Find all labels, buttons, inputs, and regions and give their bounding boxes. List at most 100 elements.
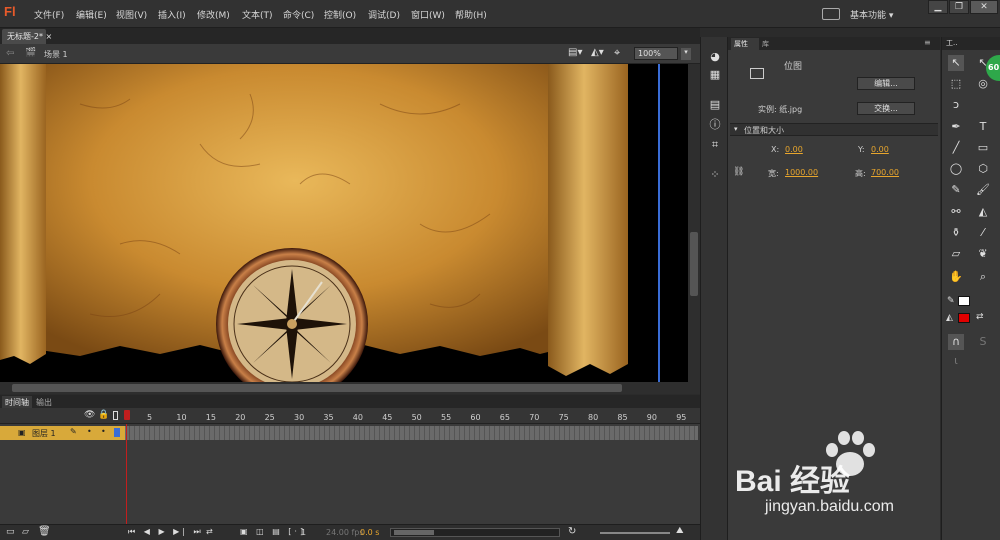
outline-icon[interactable] — [113, 411, 118, 420]
lock-icon[interactable]: 🔒 — [98, 410, 109, 420]
swap-colors-icon[interactable]: ⇄ — [976, 312, 984, 322]
zoom-select[interactable]: 100% — [634, 47, 678, 60]
link-icon[interactable]: ⛓ — [733, 167, 744, 177]
menu-item[interactable]: 编辑(E) — [76, 8, 107, 21]
menu-item[interactable]: 文本(T) — [242, 8, 273, 21]
components-icon[interactable]: ⁘ — [707, 167, 723, 183]
sync-icon[interactable] — [822, 8, 840, 20]
onion-skin-icons[interactable]: ▣ ◫ ▤ [·] — [240, 527, 306, 536]
restore-button[interactable]: ❐ — [949, 0, 969, 14]
y-value[interactable]: 0.00 — [871, 145, 889, 154]
menu-item[interactable]: 帮助(H) — [455, 8, 487, 21]
close-tab-icon[interactable]: × — [46, 32, 53, 41]
timeline-hscroll-thumb[interactable] — [394, 530, 434, 535]
playhead-handle[interactable] — [124, 410, 130, 420]
delete-layer-icon[interactable]: 🗑 — [38, 526, 51, 537]
ink-bottle-icon[interactable]: ⚱ — [948, 225, 964, 241]
smooth-icon[interactable]: S — [975, 334, 991, 350]
edit-button[interactable]: 编辑... — [857, 77, 915, 90]
color-panel-icon[interactable]: ◕ — [707, 49, 723, 65]
fill-color-swatch[interactable] — [958, 313, 970, 323]
brush-tool-icon[interactable]: 🖌 — [975, 182, 991, 198]
horizontal-scroll-thumb[interactable] — [12, 384, 622, 392]
lasso-tool-icon[interactable]: ↄ — [948, 97, 964, 113]
swap-button[interactable]: 交换... — [857, 102, 915, 115]
frame-rate[interactable]: 24.00 fps — [326, 528, 364, 537]
height-value[interactable]: 700.00 — [871, 168, 899, 177]
swatches-icon[interactable]: ▦ — [707, 67, 723, 83]
straighten-icon[interactable]: ɩ — [948, 353, 964, 369]
panel-menu-icon[interactable]: ≡ — [924, 38, 931, 47]
pen-tool-icon[interactable]: ✒ — [948, 119, 964, 135]
pencil-icon[interactable]: ✎ — [70, 427, 77, 436]
zoom-dropdown-icon[interactable]: ▾ — [681, 48, 691, 60]
x-value[interactable]: 0.00 — [785, 145, 803, 154]
info-icon[interactable]: ⓘ — [707, 117, 723, 133]
document-tab[interactable]: 无标题-2* × — [2, 29, 52, 44]
menu-item[interactable]: 插入(I) — [158, 8, 186, 21]
menu-item[interactable]: 调试(D) — [368, 8, 400, 21]
center-stage-icon[interactable]: ⌖ — [614, 46, 620, 60]
oval-tool-icon[interactable]: ◯ — [948, 161, 964, 177]
frame-size-icon[interactable]: ⛰ — [676, 526, 684, 536]
close-button[interactable]: ✕ — [970, 0, 998, 14]
text-tool-icon[interactable]: T — [975, 119, 991, 135]
tab-properties[interactable]: 属性 — [731, 38, 759, 50]
zoom-slider[interactable] — [600, 532, 670, 534]
visible-dot[interactable]: • — [87, 427, 92, 436]
bone-tool-icon[interactable]: ⚯ — [948, 204, 964, 220]
frames-strip[interactable] — [125, 426, 698, 440]
snap-magnet-icon[interactable]: ∩ — [948, 334, 964, 350]
tab-library[interactable]: 库 — [762, 39, 769, 49]
deco-tool-icon[interactable]: ❦ — [975, 246, 991, 262]
rectangle-tool-icon[interactable]: ▭ — [975, 140, 991, 156]
eraser-tool-icon[interactable]: ▱ — [948, 246, 964, 262]
menu-item[interactable]: 窗口(W) — [411, 8, 445, 21]
paint-bucket-icon[interactable]: ◭ — [975, 204, 991, 220]
tools-tab[interactable]: 工.. — [946, 38, 957, 48]
new-folder-icon[interactable]: ▱ — [22, 527, 29, 537]
stage[interactable] — [0, 64, 690, 382]
tab-output[interactable]: 输出 — [36, 397, 52, 408]
loop-icon[interactable]: ⇄ — [206, 527, 213, 536]
refresh-icon[interactable]: ↻ — [568, 526, 576, 537]
stroke-color-swatch[interactable] — [958, 296, 970, 306]
edit-scene-icon[interactable]: ▤▾ — [568, 47, 582, 58]
polystar-tool-icon[interactable]: ⬡ — [975, 161, 991, 177]
lock-dot[interactable]: • — [101, 427, 106, 436]
layer-row[interactable]: ▣ 图层 1 ✎ • • — [0, 426, 125, 440]
timeline-hscroll[interactable] — [390, 528, 560, 537]
3d-rotation-icon[interactable]: ◎ — [975, 76, 991, 92]
hand-tool-icon[interactable]: ✋ — [948, 269, 964, 285]
width-value[interactable]: 1000.00 — [785, 168, 818, 177]
back-arrow-icon[interactable]: ⇦ — [6, 48, 14, 59]
vertical-scroll-thumb[interactable] — [690, 232, 698, 296]
selection-tool-icon[interactable]: ↖ — [948, 55, 964, 71]
current-frame[interactable]: 1 — [301, 528, 306, 537]
playback-controls[interactable]: ⏮ ◀ ▶ ▶| ⏭ — [128, 527, 204, 537]
edit-symbol-icon[interactable]: ◭▾ — [591, 47, 604, 58]
position-size-section[interactable]: ▾ 位置和大小 — [730, 123, 938, 136]
workspace-switcher[interactable]: 基本功能 ▾ — [850, 5, 920, 23]
menu-item[interactable]: 文件(F) — [34, 8, 64, 21]
menu-item[interactable]: 命令(C) — [283, 8, 314, 21]
zoom-tool-icon[interactable]: ⌕ — [975, 269, 991, 285]
outline-color-swatch[interactable] — [114, 428, 120, 437]
pencil-tool-icon[interactable]: ✎ — [948, 182, 964, 198]
align-icon[interactable]: ▤ — [707, 97, 723, 113]
menu-item[interactable]: 修改(M) — [197, 8, 230, 21]
menu-item[interactable]: 控制(O) — [324, 8, 356, 21]
free-transform-icon[interactable]: ⬚ — [948, 76, 964, 92]
minimize-button[interactable]: ▁ — [928, 0, 948, 14]
collapse-icon[interactable]: ▾ — [734, 125, 738, 133]
transform-icon[interactable]: ⌗ — [707, 137, 723, 153]
visibility-icon[interactable]: 👁 — [84, 410, 95, 420]
elapsed-time[interactable]: 0.0 s — [360, 528, 379, 537]
tab-timeline[interactable]: 时间轴 — [2, 396, 32, 408]
vertical-scrollbar[interactable] — [688, 64, 700, 382]
line-tool-icon[interactable]: ╱ — [948, 140, 964, 156]
horizontal-scrollbar[interactable] — [0, 382, 700, 394]
eyedropper-icon[interactable]: ⁄ — [975, 225, 991, 241]
new-layer-icon[interactable]: ▭ — [6, 527, 15, 537]
menu-item[interactable]: 视图(V) — [116, 8, 147, 21]
